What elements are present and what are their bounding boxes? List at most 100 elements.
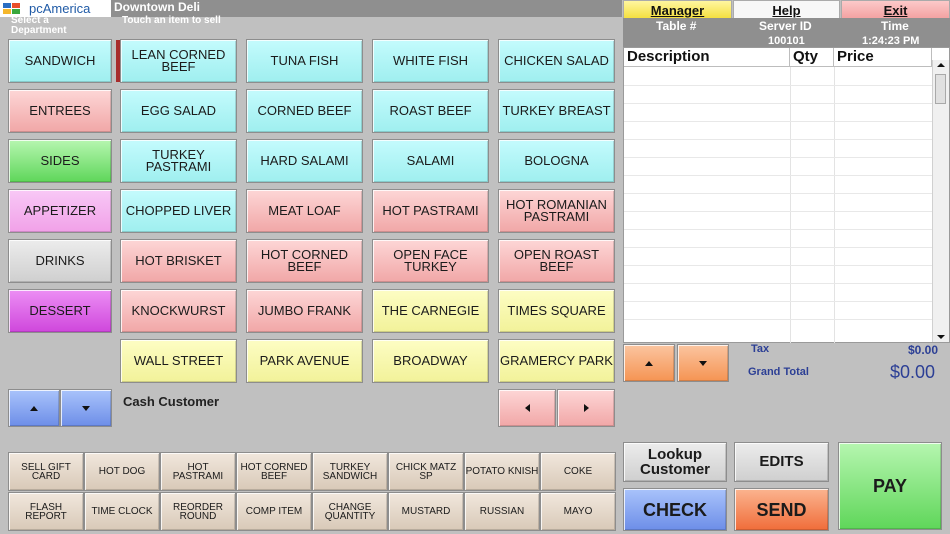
arrow-right-icon [583, 404, 589, 412]
items-page-next-button[interactable] [557, 389, 615, 427]
item-button[interactable]: BROADWAY [372, 339, 489, 383]
item-button[interactable]: OPEN ROAST BEEF [498, 239, 615, 283]
dept-entrees[interactable]: ENTREES [8, 89, 112, 133]
item-button[interactable]: TURKEY PASTRAMI [120, 139, 237, 183]
order-info-bar: Table # Server ID Time 100101 1:24:23 PM [623, 18, 950, 47]
item-button[interactable]: WHITE FISH [372, 39, 489, 83]
item-button[interactable]: TURKEY BREAST [498, 89, 615, 133]
dept-scroll-down-button[interactable] [60, 389, 112, 427]
column-qty: Qty [790, 48, 834, 67]
row-divider [624, 193, 934, 194]
item-button[interactable]: THE CARNEGIE [372, 289, 489, 333]
order-scroll-up-button[interactable] [623, 344, 675, 382]
server-id: 100101 [768, 35, 805, 47]
row-divider [624, 229, 934, 230]
item-button[interactable]: MEAT LOAF [246, 189, 363, 233]
item-button[interactable]: CHICKEN SALAD [498, 39, 615, 83]
quick-turkey-sandwich-button[interactable]: TURKEY SANDWICH [312, 452, 388, 491]
dept-scroll-up-button[interactable] [8, 389, 60, 427]
row-divider [624, 247, 934, 248]
row-divider [624, 211, 934, 212]
manager-button[interactable]: Manager [623, 0, 732, 20]
dept-appetizer[interactable]: APPETIZER [8, 189, 112, 233]
time-clock-button[interactable]: TIME CLOCK [84, 492, 160, 531]
quick-sell-gift-card-button[interactable]: SELL GIFT CARD [8, 452, 84, 491]
tax-value: $0.00 [908, 343, 939, 357]
item-button[interactable]: HOT ROMANIAN PASTRAMI [498, 189, 615, 233]
tax-label: Tax [751, 343, 770, 355]
logo-text: pcAmerica [29, 1, 91, 16]
logo-icon [3, 2, 23, 15]
item-button[interactable]: TUNA FISH [246, 39, 363, 83]
order-scroll-down-button[interactable] [677, 344, 729, 382]
dept-sides[interactable]: SIDES [8, 139, 112, 183]
item-button[interactable]: LEAN CORNED BEEF [120, 39, 237, 83]
item-button[interactable]: HARD SALAMI [246, 139, 363, 183]
dept-sandwich[interactable]: SANDWICH [8, 39, 112, 83]
quick-hot-pastrami-button[interactable]: HOT PASTRAMI [160, 452, 236, 491]
item-button[interactable]: OPEN FACE TURKEY [372, 239, 489, 283]
item-button[interactable]: GRAMERCY PARK [498, 339, 615, 383]
item-button[interactable]: KNOCKWURST [120, 289, 237, 333]
arrow-left-icon [524, 404, 530, 412]
quick-chick-matz-button[interactable]: CHICK MATZ SP [388, 452, 464, 491]
item-button[interactable]: HOT PASTRAMI [372, 189, 489, 233]
send-button[interactable]: SEND [734, 488, 829, 531]
dept-drinks[interactable]: DRINKS [8, 239, 112, 283]
scrollbar-thumb[interactable] [935, 74, 946, 104]
item-button[interactable]: CORNED BEEF [246, 89, 363, 133]
item-button[interactable]: SALAMI [372, 139, 489, 183]
quick-hot-corned-beef-button[interactable]: HOT CORNED BEEF [236, 452, 312, 491]
row-divider [624, 103, 934, 104]
item-button[interactable]: HOT BRISKET [120, 239, 237, 283]
scroll-down-icon[interactable] [937, 335, 945, 339]
quick-potato-knish-button[interactable]: POTATO KNISH [464, 452, 540, 491]
help-button[interactable]: Help [733, 0, 840, 20]
order-scrollbar[interactable] [932, 60, 949, 342]
item-button[interactable]: CHOPPED LIVER [120, 189, 237, 233]
order-list[interactable]: Description Qty Price [623, 47, 950, 343]
reorder-round-button[interactable]: REORDER ROUND [160, 492, 236, 531]
grand-total-value: $0.00 [890, 362, 936, 382]
item-button[interactable]: ROAST BEEF [372, 89, 489, 133]
item-button[interactable]: EGG SALAD [120, 89, 237, 133]
edits-button[interactable]: EDITS [734, 442, 829, 482]
quick-mayo-button[interactable]: MAYO [540, 492, 616, 531]
row-divider [624, 157, 934, 158]
items-page-prev-button[interactable] [498, 389, 556, 427]
quick-hot-dog-button[interactable]: HOT DOG [84, 452, 160, 491]
current-time: 1:24:23 PM [862, 35, 920, 47]
department-label: Select a Department [11, 15, 67, 36]
scroll-up-icon[interactable] [937, 63, 945, 67]
quick-mustard-button[interactable]: MUSTARD [388, 492, 464, 531]
row-divider [624, 85, 934, 86]
customer-name: Cash Customer [123, 394, 220, 409]
item-button[interactable]: TIMES SQUARE [498, 289, 615, 333]
lookup-customer-button[interactable]: Lookup Customer [623, 442, 727, 482]
quick-coke-button[interactable]: COKE [540, 452, 616, 491]
quick-russian-button[interactable]: RUSSIAN [464, 492, 540, 531]
arrow-down-icon [82, 405, 90, 411]
item-button[interactable]: HOT CORNED BEEF [246, 239, 363, 283]
item-button[interactable]: JUMBO FRANK [246, 289, 363, 333]
column-price: Price [834, 48, 932, 67]
server-label: Server ID [759, 19, 812, 33]
store-name: Downtown Deli [114, 0, 200, 14]
row-divider [624, 139, 934, 140]
item-button[interactable]: BOLOGNA [498, 139, 615, 183]
check-button[interactable]: CHECK [623, 488, 727, 531]
arrow-down-icon [699, 360, 707, 366]
pay-button[interactable]: PAY [838, 442, 942, 530]
item-button[interactable]: PARK AVENUE [246, 339, 363, 383]
comp-item-button[interactable]: COMP ITEM [236, 492, 312, 531]
flash-report-button[interactable]: FLASH REPORT [8, 492, 84, 531]
dept-dessert[interactable]: DESSERT [8, 289, 112, 333]
item-button[interactable]: WALL STREET [120, 339, 237, 383]
arrow-up-icon [30, 405, 38, 411]
row-divider [624, 301, 934, 302]
row-divider [624, 265, 934, 266]
items-label: Touch an item to sell [122, 15, 221, 26]
change-quantity-button[interactable]: CHANGE QUANTITY [312, 492, 388, 531]
row-divider [624, 175, 934, 176]
exit-button[interactable]: Exit [841, 0, 950, 20]
